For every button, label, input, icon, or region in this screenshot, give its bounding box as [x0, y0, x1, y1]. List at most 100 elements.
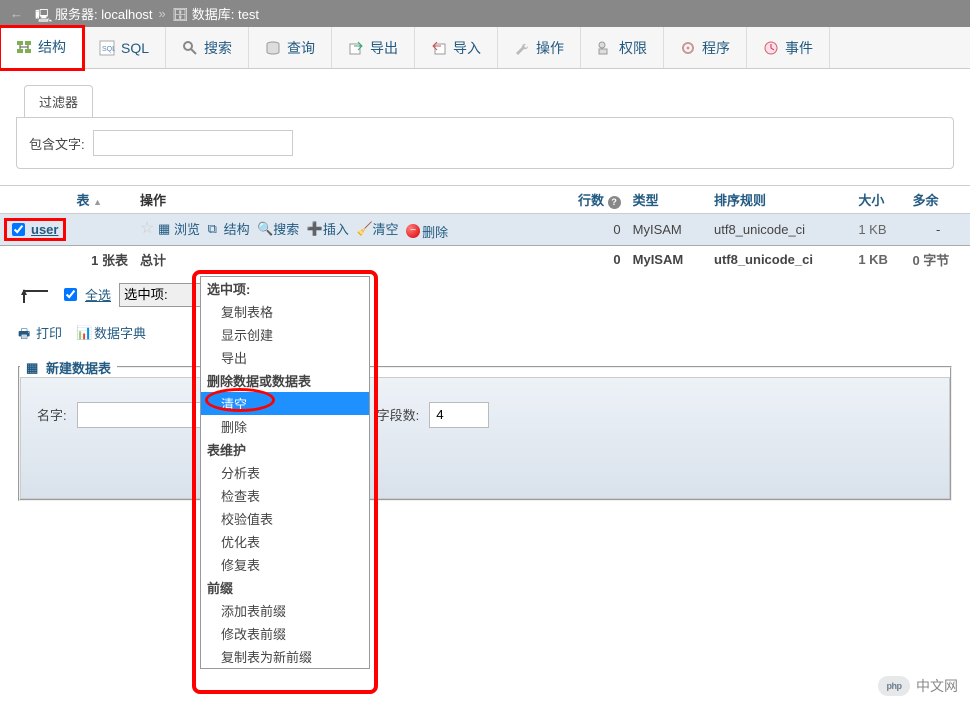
dropdown-opt-copyprefix[interactable]: 复制表为新前缀 [201, 645, 369, 668]
dropdown-group: 表维护 [201, 438, 369, 461]
table-row: user ☆ ▦浏览 ⧉结构 🔍搜索 ➕插入 🧹清空 −删除 0 MyISAM … [0, 214, 970, 246]
tab-events[interactable]: 事件 [747, 27, 830, 68]
export-icon [348, 40, 364, 56]
table-total-row: 1 张表 总计 0 MyISAM utf8_unicode_ci 1 KB 0 … [0, 245, 970, 273]
tables-list: 表 ▲ 操作 行数 ? 类型 排序规则 大小 多余 user ☆ ▦浏览 ⧉结构… [0, 185, 970, 273]
routines-icon [680, 40, 696, 56]
dropdown-opt-addprefix[interactable]: 添加表前缀 [201, 599, 369, 622]
col-type[interactable]: 类型 [627, 186, 708, 214]
tab-sql[interactable]: SQL SQL [83, 27, 166, 68]
total-sum: 总计 [134, 245, 556, 273]
structure-icon [16, 39, 32, 55]
row-count: 0 [556, 214, 627, 246]
tab-label: SQL [121, 40, 149, 56]
import-icon [431, 40, 447, 56]
total-collation: utf8_unicode_ci [708, 245, 852, 273]
data-dict-link[interactable]: 📊数据字典 [76, 323, 146, 342]
tab-label: 操作 [536, 38, 564, 58]
filter-title: 过滤器 [24, 85, 93, 117]
back-arrow-icon[interactable]: ← [10, 6, 29, 21]
dropdown-opt-export[interactable]: 导出 [201, 346, 369, 369]
arrow-up-icon [18, 285, 56, 305]
breadcrumb-db[interactable]: 数据库: test [192, 4, 259, 23]
tab-query[interactable]: 查询 [249, 27, 332, 68]
tab-structure[interactable]: 结构 [0, 27, 83, 69]
new-table-icon: ▦ [26, 360, 40, 374]
total-rows: 0 [556, 245, 627, 273]
dropdown-opt-showcreate[interactable]: 显示创建 [201, 323, 369, 346]
dropdown-opt-check[interactable]: 检查表 [201, 484, 369, 507]
col-table[interactable]: 表 ▲ [70, 186, 134, 214]
tab-search[interactable]: 搜索 [166, 27, 249, 68]
cols-label: 字段数: [377, 405, 420, 424]
tab-label: 搜索 [204, 38, 232, 58]
print-row: 🖶打印 📊数据字典 [0, 317, 970, 348]
empty-icon: 🧹 [357, 221, 371, 235]
dropdown-opt-optimize[interactable]: 优化表 [201, 530, 369, 553]
dropdown-group: 选中项: [201, 277, 369, 300]
print-icon: 🖶 [18, 325, 32, 339]
search-icon: 🔍 [257, 221, 271, 235]
create-table-fieldset: ▦ 新建数据表 名字: 字段数: [18, 358, 952, 501]
row-engine: MyISAM [627, 214, 708, 246]
col-size[interactable]: 大小 [852, 186, 906, 214]
print-link[interactable]: 🖶打印 [18, 323, 62, 342]
filter-input[interactable] [93, 130, 293, 156]
drop-icon: − [406, 224, 420, 238]
dropdown-opt-changeprefix[interactable]: 修改表前缀 [201, 622, 369, 645]
create-table-legend: ▦ 新建数据表 [20, 358, 117, 377]
tab-label: 查询 [287, 38, 315, 58]
watermark-text: 中文网 [916, 676, 958, 696]
col-rows[interactable]: 行数 ? [556, 186, 627, 214]
total-size: 1 KB [852, 245, 906, 273]
tab-operations[interactable]: 操作 [498, 27, 581, 68]
tab-routines[interactable]: 程序 [664, 27, 747, 68]
tab-label: 导出 [370, 38, 398, 58]
dropdown-opt-checksum[interactable]: 校验值表 [201, 507, 369, 530]
dropdown-opt-copy[interactable]: 复制表格 [201, 300, 369, 323]
row-size: 1 KB [852, 214, 906, 246]
database-icon: 🗄 [172, 7, 186, 21]
search-icon [182, 40, 198, 56]
select-all-link[interactable]: 全选 [85, 285, 111, 304]
table-name-link[interactable]: user [31, 222, 58, 237]
dropdown-opt-drop[interactable]: 删除 [201, 415, 369, 438]
tab-export[interactable]: 导出 [332, 27, 415, 68]
col-collation[interactable]: 排序规则 [708, 186, 852, 214]
row-collation: utf8_unicode_ci [708, 214, 852, 246]
tab-privileges[interactable]: 权限 [581, 27, 664, 68]
action-structure[interactable]: ⧉结构 [208, 219, 250, 238]
filter-label: 包含文字: [29, 134, 85, 153]
filter-box: 过滤器 包含文字: [16, 85, 954, 169]
breadcrumb-server[interactable]: 服务器: localhost [55, 4, 153, 23]
select-all-checkbox[interactable] [64, 288, 77, 301]
action-search[interactable]: 🔍搜索 [257, 219, 299, 238]
total-overhead: 0 字节 [906, 245, 970, 273]
total-engine: MyISAM [627, 245, 708, 273]
watermark-logo: php [878, 676, 910, 696]
dropdown-opt-empty[interactable]: 清空 [201, 392, 369, 415]
breadcrumb-sep: » [159, 6, 166, 21]
bulk-dropdown-panel: 选中项: 复制表格 显示创建 导出 删除数据或数据表 清空 删除 表维护 分析表… [200, 276, 370, 669]
wrench-icon [514, 40, 530, 56]
action-insert[interactable]: ➕插入 [307, 219, 349, 238]
action-empty[interactable]: 🧹清空 [357, 219, 399, 238]
help-icon[interactable]: ? [608, 196, 621, 209]
col-overhead[interactable]: 多余 [906, 186, 970, 214]
structure-icon: ⧉ [208, 221, 222, 235]
sql-icon: SQL [99, 40, 115, 56]
favorite-icon[interactable]: ☆ [140, 220, 154, 237]
tab-import[interactable]: 导入 [415, 27, 498, 68]
col-action: 操作 [134, 186, 556, 214]
action-browse[interactable]: ▦浏览 [158, 219, 200, 238]
table-cols-input[interactable] [429, 402, 489, 428]
action-drop[interactable]: −删除 [406, 222, 448, 241]
dropdown-opt-analyze[interactable]: 分析表 [201, 461, 369, 484]
tab-label: 导入 [453, 38, 481, 58]
total-count: 1 张表 [70, 245, 134, 273]
svg-text:SQL: SQL [102, 46, 115, 53]
dropdown-opt-repair[interactable]: 修复表 [201, 553, 369, 576]
row-checkbox[interactable] [12, 223, 25, 236]
server-icon: 🖳 [35, 7, 49, 21]
query-icon [265, 40, 281, 56]
